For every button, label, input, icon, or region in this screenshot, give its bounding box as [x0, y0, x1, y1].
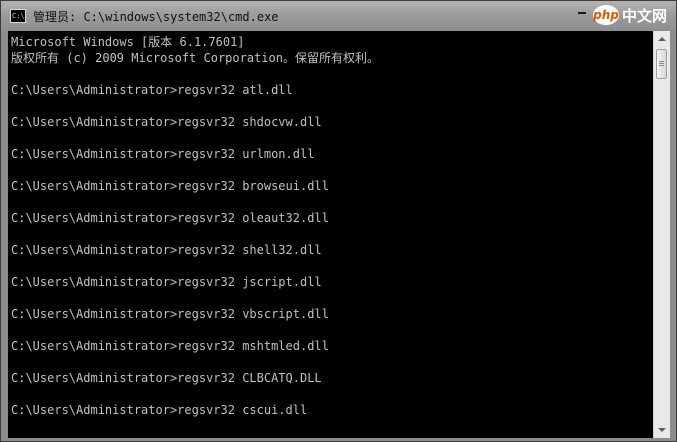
- minimize-icon[interactable]: [578, 12, 586, 14]
- vertical-scrollbar[interactable]: [653, 31, 670, 438]
- scroll-down-button[interactable]: [654, 422, 670, 438]
- grip-line: [659, 65, 664, 66]
- watermark-text: 中文网: [622, 6, 668, 25]
- console-line: C:\Users\Administrator>regsvr32 cscui.dl…: [11, 403, 308, 417]
- title-bar[interactable]: C:\ 管理员: C:\windows\system32\cmd.exe php…: [1, 1, 676, 31]
- console-line: 版权所有 (c) 2009 Microsoft Corporation。保留所有…: [11, 51, 379, 65]
- grip-line: [659, 63, 664, 64]
- watermark-php-badge: php: [593, 5, 619, 25]
- grip-line: [659, 61, 664, 62]
- console-line: C:\Users\Administrator>regsvr32 shdocvw.…: [11, 115, 322, 129]
- console-line: C:\Users\Administrator>regsvr32 browseui…: [11, 179, 329, 193]
- cmd-app-icon[interactable]: C:\: [10, 9, 26, 23]
- arrow-up-icon: [658, 37, 666, 41]
- cmd-window: C:\ 管理员: C:\windows\system32\cmd.exe php…: [0, 0, 677, 442]
- console-line: C:\Users\Administrator>regsvr32 oleaut32…: [11, 211, 329, 225]
- console-line: C:\Users\Administrator>regsvr32 CLBCATQ.…: [11, 371, 322, 385]
- console-line: C:\Users\Administrator>regsvr32 mshtmled…: [11, 339, 329, 353]
- console-line: C:\Users\Administrator>regsvr32 shell32.…: [11, 243, 322, 257]
- console-line: C:\Users\Administrator>regsvr32 urlmon.d…: [11, 147, 315, 161]
- console-output[interactable]: Microsoft Windows [版本 6.1.7601] 版权所有 (c)…: [8, 31, 653, 438]
- console-line: C:\Users\Administrator>regsvr32 atl.dll: [11, 83, 293, 97]
- arrow-down-icon: [658, 428, 666, 432]
- scroll-up-button[interactable]: [654, 31, 670, 47]
- console-line: C:\Users\Administrator>regsvr32 jscript.…: [11, 275, 322, 289]
- console-line: C:\Users\Administrator>regsvr32 vbscript…: [11, 307, 329, 321]
- console-line: Microsoft Windows [版本 6.1.7601]: [11, 35, 245, 49]
- scroll-thumb[interactable]: [656, 49, 667, 79]
- watermark-logo: php 中文网: [593, 3, 667, 27]
- window-title: 管理员: C:\windows\system32\cmd.exe: [33, 10, 279, 24]
